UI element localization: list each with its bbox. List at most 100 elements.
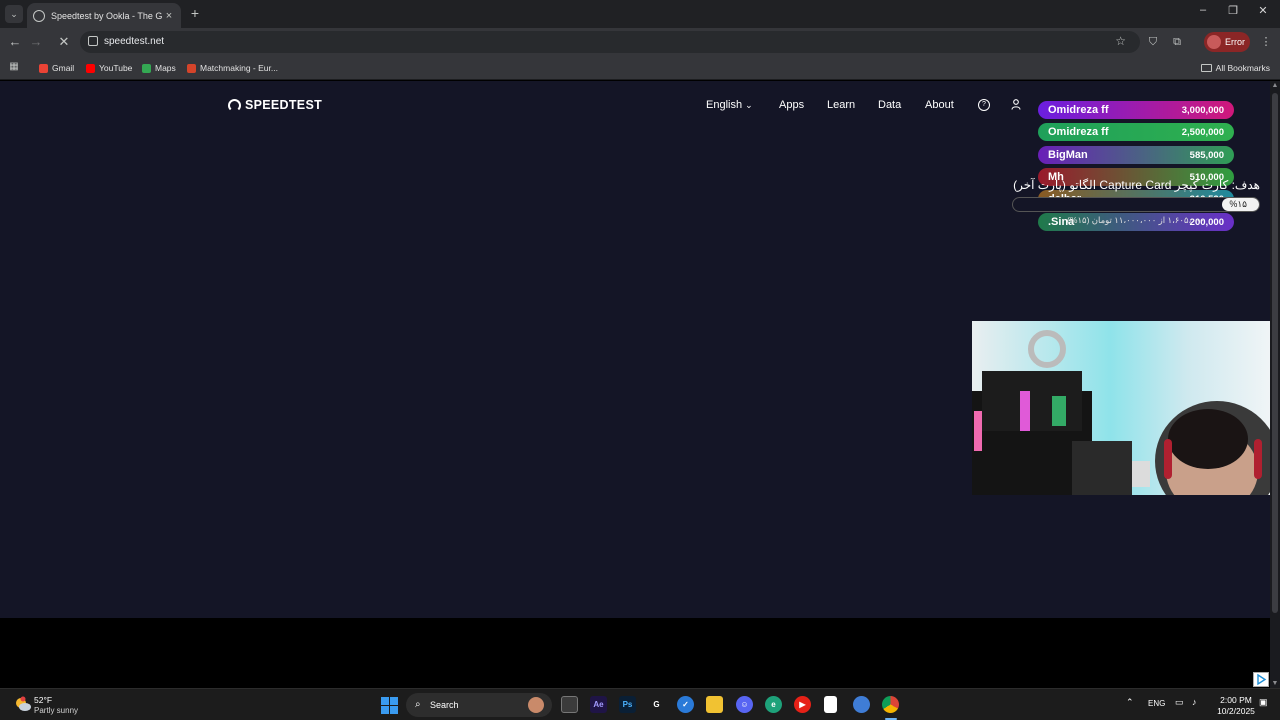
search-label: Search bbox=[430, 700, 459, 710]
search-highlight-icon bbox=[528, 697, 544, 713]
search-icon: ⌕ bbox=[415, 699, 421, 710]
scroll-down-icon[interactable]: ▼ bbox=[1271, 680, 1279, 687]
bookmark-label: Gmail bbox=[52, 63, 75, 73]
taskbar-search[interactable]: ⌕ Search bbox=[406, 693, 552, 717]
vpn-app-icon[interactable]: ✓ bbox=[677, 696, 694, 713]
bookmarks-bar: ▦ Gmail YouTube Maps Matchmaking - Eur..… bbox=[0, 56, 1280, 80]
document-icon[interactable] bbox=[824, 696, 837, 713]
shield-extension-icon[interactable]: ⛉ bbox=[1146, 35, 1160, 49]
nav-about[interactable]: About bbox=[925, 99, 954, 111]
back-arrow-icon[interactable]: ← bbox=[6, 33, 24, 51]
notifications-icon[interactable]: ▣ bbox=[1259, 697, 1268, 708]
windows-start-icon[interactable] bbox=[381, 697, 398, 714]
stop-loading-icon[interactable]: ✕ bbox=[55, 33, 73, 51]
tab-search-icon[interactable]: ⌄ bbox=[5, 5, 23, 23]
nav-apps[interactable]: Apps bbox=[779, 99, 804, 111]
goal-percent: %۱۵ bbox=[1229, 199, 1247, 209]
forward-arrow-icon[interactable]: → bbox=[27, 33, 45, 51]
matchmaking-icon bbox=[187, 63, 196, 73]
clock-time[interactable]: 2:00 PM bbox=[1214, 695, 1258, 705]
donation-goal-progress: %۱۵ bbox=[1012, 197, 1260, 212]
donor-amount: 3,000,000 bbox=[1181, 104, 1224, 116]
youtube-app-icon[interactable]: ▶ bbox=[794, 696, 811, 713]
tab-title: Speedtest by Ookla - The Glob bbox=[51, 10, 163, 21]
apps-grid-icon[interactable]: ▦ bbox=[8, 61, 20, 73]
chevron-down-icon: ⌄ bbox=[745, 100, 753, 110]
input-language[interactable]: ENG bbox=[1148, 699, 1165, 708]
address-bar[interactable]: speedtest.net ☆ bbox=[80, 31, 1140, 53]
folder-icon bbox=[1200, 64, 1212, 72]
user-account-icon[interactable] bbox=[1010, 99, 1022, 111]
bookmark-matchmaking[interactable]: Matchmaking - Eur... bbox=[187, 60, 278, 76]
weather-temperature[interactable]: 52°F bbox=[34, 695, 52, 705]
logo-text: SPEEDTEST bbox=[245, 98, 323, 112]
bookmark-star-icon[interactable]: ☆ bbox=[1115, 34, 1126, 48]
maps-pin-icon bbox=[142, 63, 151, 73]
site-info-icon[interactable] bbox=[88, 36, 98, 46]
nav-data[interactable]: Data bbox=[878, 99, 901, 111]
browser-toolbar: ← → ✕ speedtest.net ☆ ⛉ ⧉ Error ⋮ bbox=[0, 28, 1280, 56]
edge-browser-icon[interactable]: e bbox=[765, 696, 782, 713]
speedtest-logo[interactable]: SPEEDTEST bbox=[228, 98, 322, 112]
language-label: English bbox=[706, 99, 743, 111]
window-close-icon[interactable]: ✕ bbox=[1253, 4, 1273, 17]
donor-amount: 2,500,000 bbox=[1181, 126, 1224, 138]
clock-date[interactable]: 10/2/2025 bbox=[1214, 706, 1258, 716]
leaderboard-row: Omidreza ff 3,000,000 bbox=[1038, 101, 1234, 119]
webcam-scene-image bbox=[972, 321, 1280, 495]
weather-description[interactable]: Partly sunny bbox=[34, 706, 78, 715]
donor-name: BigMan bbox=[1048, 149, 1088, 161]
partly-sunny-icon[interactable] bbox=[14, 696, 32, 712]
minimize-icon[interactable]: – bbox=[1193, 4, 1213, 16]
leaderboard-row: Omidreza ff 2,500,000 bbox=[1038, 123, 1234, 141]
photoshop-icon[interactable]: Ps bbox=[619, 696, 636, 713]
menu-kebab-icon[interactable]: ⋮ bbox=[1259, 35, 1273, 49]
donor-name: Omidreza ff bbox=[1048, 104, 1109, 116]
profile-label: Error bbox=[1225, 37, 1245, 47]
ad-choices-icon[interactable] bbox=[1253, 672, 1269, 687]
tab-strip: ⌄ Speedtest by Ookla - The Glob × + – ❐ … bbox=[0, 0, 1280, 28]
scroll-thumb[interactable] bbox=[1272, 93, 1278, 613]
tab-speedtest[interactable]: Speedtest by Ookla - The Glob × bbox=[27, 3, 181, 28]
scroll-up-icon[interactable]: ▲ bbox=[1271, 82, 1279, 89]
avatar bbox=[1207, 35, 1221, 49]
speedtest-favicon-icon bbox=[33, 9, 45, 22]
bookmark-youtube[interactable]: YouTube bbox=[86, 60, 132, 76]
taskbar: 52°F Partly sunny ⌕ Search Ae Ps G ✓ ☺ e… bbox=[0, 688, 1280, 720]
network-icon[interactable]: ▭ bbox=[1175, 697, 1184, 708]
logitech-ghub-icon[interactable]: G bbox=[648, 696, 665, 713]
new-tab-icon[interactable]: + bbox=[188, 5, 202, 21]
chrome-icon[interactable] bbox=[882, 696, 899, 713]
page-footer bbox=[0, 618, 1270, 688]
donation-goal-title: هدف: کارت کپچر Capture Card الگاتو (پارت… bbox=[1013, 178, 1260, 192]
file-explorer-icon[interactable] bbox=[706, 696, 723, 713]
speedometer-icon bbox=[228, 98, 241, 112]
all-bookmarks-label: All Bookmarks bbox=[1215, 63, 1270, 73]
discord-icon[interactable]: ☺ bbox=[736, 696, 753, 713]
page-scrollbar[interactable]: ▲ ▼ bbox=[1270, 81, 1280, 688]
restore-icon[interactable]: ❐ bbox=[1223, 4, 1243, 17]
donor-name: Omidreza ff bbox=[1048, 126, 1109, 138]
tray-overflow-chevron-icon[interactable]: ⌃ bbox=[1126, 697, 1134, 708]
bookmark-label: Matchmaking - Eur... bbox=[200, 63, 278, 73]
after-effects-icon[interactable]: Ae bbox=[590, 696, 607, 713]
nav-learn[interactable]: Learn bbox=[827, 99, 855, 111]
help-question-icon[interactable]: ? bbox=[978, 99, 990, 111]
bookmark-label: YouTube bbox=[99, 63, 133, 73]
address-url[interactable]: speedtest.net bbox=[104, 36, 164, 47]
youtube-icon bbox=[86, 63, 95, 73]
leaderboard-row: BigMan 585,000 bbox=[1038, 146, 1234, 164]
water-drop-app-icon[interactable] bbox=[853, 696, 870, 713]
task-view-icon[interactable] bbox=[561, 696, 578, 713]
profile-button[interactable]: Error bbox=[1204, 32, 1250, 52]
bookmark-label: Maps bbox=[155, 63, 176, 73]
extensions-puzzle-icon[interactable]: ⧉ bbox=[1170, 35, 1184, 49]
bookmark-gmail[interactable]: Gmail bbox=[39, 60, 74, 76]
bookmark-maps[interactable]: Maps bbox=[142, 60, 176, 76]
tab-close-icon[interactable]: × bbox=[163, 10, 175, 22]
donation-goal-amount: ۱،۶۰۵،۰۰۰ از ۱۱،۰۰۰،۰۰۰ تومان (۱۵%) bbox=[1067, 215, 1205, 225]
all-bookmarks-button[interactable]: All Bookmarks bbox=[1200, 60, 1270, 76]
language-selector[interactable]: English ⌄ bbox=[706, 99, 753, 111]
volume-icon[interactable]: ♪ bbox=[1192, 697, 1197, 707]
gmail-icon bbox=[39, 63, 48, 73]
